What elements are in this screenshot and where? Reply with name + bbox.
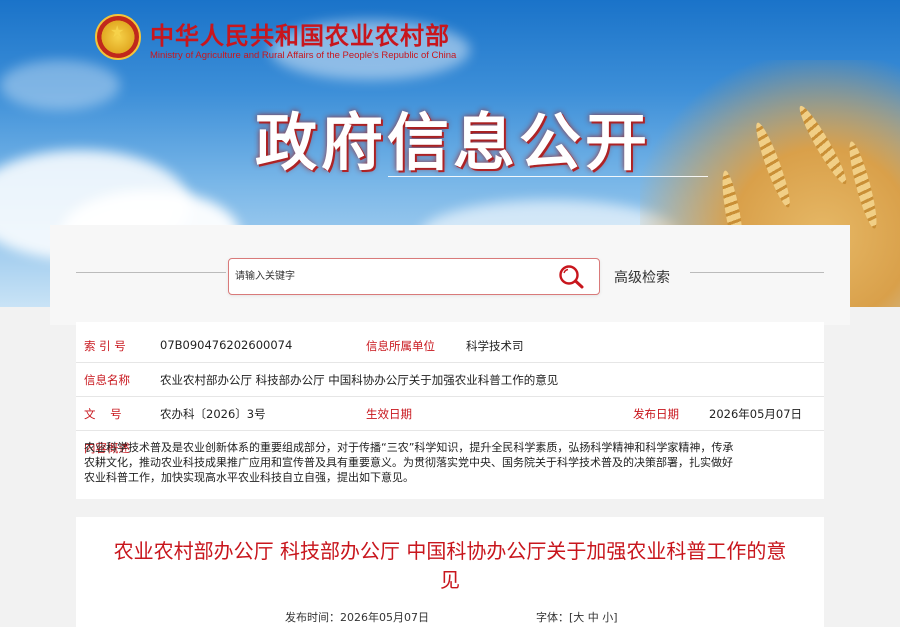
publish-value: 2026年05月07日 bbox=[709, 407, 803, 421]
divider-right bbox=[690, 272, 824, 273]
doc-value: 农办科〔2026〕3号 bbox=[160, 407, 266, 421]
ministry-name-en: Ministry of Agriculture and Rural Affair… bbox=[150, 50, 457, 61]
search-box bbox=[228, 258, 600, 295]
effective-label: 生效日期 bbox=[366, 407, 412, 421]
title-underline bbox=[388, 176, 708, 177]
unit-label: 信息所属单位 bbox=[366, 339, 435, 353]
national-emblem-icon: ★ bbox=[95, 14, 141, 60]
font-large-button[interactable]: 大 bbox=[573, 611, 584, 624]
publish-time: 发布时间：2026年05月07日 bbox=[285, 611, 429, 624]
search-input[interactable] bbox=[229, 259, 539, 294]
index-label: 索 引 号 bbox=[84, 339, 126, 353]
article-panel: 农业农村部办公厅 科技部办公厅 中国科协办公厅关于加强农业科普工作的意见 发布时… bbox=[76, 517, 824, 627]
publish-label: 发布日期 bbox=[633, 407, 679, 421]
name-value: 农业农村部办公厅 科技部办公厅 中国科协办公厅关于加强农业科普工作的意见 bbox=[160, 373, 559, 387]
index-value: 07B090476202600074 bbox=[160, 338, 293, 352]
font-small-button[interactable]: 小 bbox=[602, 611, 613, 624]
font-size-controls: 字体：[大 中 小] bbox=[536, 609, 618, 625]
name-label: 信息名称 bbox=[84, 373, 130, 387]
ministry-name-cn: 中华人民共和国农业农村部 bbox=[150, 22, 450, 50]
font-medium-button[interactable]: 中 bbox=[588, 611, 599, 624]
doc-label: 文 号 bbox=[84, 407, 122, 421]
font-size-label: 字体：[ bbox=[536, 611, 574, 624]
article-title: 农业农村部办公厅 科技部办公厅 中国科协办公厅关于加强农业科普工作的意见 bbox=[113, 539, 787, 592]
page-title: 政府信息公开 bbox=[255, 106, 652, 179]
advanced-search-link[interactable]: 高级检索 bbox=[614, 267, 670, 287]
search-button[interactable] bbox=[557, 264, 585, 290]
unit-value: 科学技术司 bbox=[466, 339, 524, 353]
summary-text: 农业科学技术普及是农业创新体系的重要组成部分，对于传播“三农”科学知识，提升全民… bbox=[84, 441, 734, 484]
font-size-bracket: ] bbox=[613, 611, 618, 624]
search-icon bbox=[559, 265, 584, 289]
divider-left bbox=[76, 272, 226, 273]
